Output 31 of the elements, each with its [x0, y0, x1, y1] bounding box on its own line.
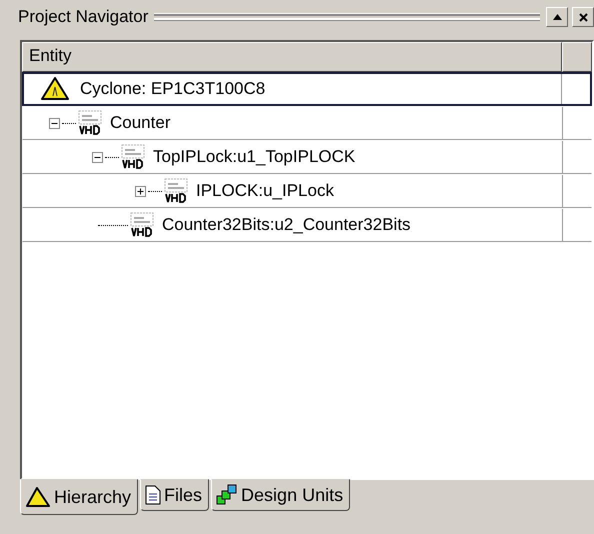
tree-row[interactable]: Cyclone: EP1C3T100C8: [22, 72, 592, 106]
vhdl-file-icon: [78, 110, 102, 136]
tab[interactable]: Design Units: [211, 479, 350, 511]
tab[interactable]: Files: [140, 479, 210, 511]
warning-icon: [25, 486, 51, 508]
title-bar-grip[interactable]: [154, 13, 540, 21]
entity-name: Cyclone: EP1C3T100C8: [80, 79, 266, 99]
tree-row[interactable]: TopIPLock:u1_TopIPLOCK: [22, 140, 592, 174]
collapse-icon[interactable]: [92, 152, 103, 162]
collapse-icon[interactable]: [49, 118, 60, 128]
close-button[interactable]: [572, 7, 594, 27]
entity-name: Counter: [110, 113, 170, 133]
column-header[interactable]: Entity: [22, 42, 562, 72]
warning-icon: [40, 76, 70, 102]
expand-icon[interactable]: [135, 186, 146, 196]
vhdl-file-icon: [121, 144, 145, 170]
tab[interactable]: Hierarchy: [20, 479, 138, 515]
up-arrow-icon: [552, 14, 562, 20]
entity-name: TopIPLock:u1_TopIPLOCK: [153, 147, 356, 167]
document-icon: [145, 485, 162, 505]
vhdl-file-icon: [164, 178, 188, 204]
entity-name: IPLOCK:u_IPLock: [196, 181, 334, 201]
vhdl-file-icon: [130, 212, 154, 238]
tree-row[interactable]: IPLOCK:u_IPLock: [22, 174, 592, 208]
close-icon: [578, 12, 588, 22]
scroll-up-button[interactable]: [546, 7, 568, 27]
tree-row[interactable]: Counter: [22, 106, 592, 140]
tree-row[interactable]: Counter32Bits:u2_Counter32Bits: [22, 208, 592, 242]
panel-title: Project Navigator: [18, 7, 148, 27]
entity-name: Counter32Bits:u2_Counter32Bits: [162, 215, 411, 235]
blocks-icon: [216, 484, 238, 506]
